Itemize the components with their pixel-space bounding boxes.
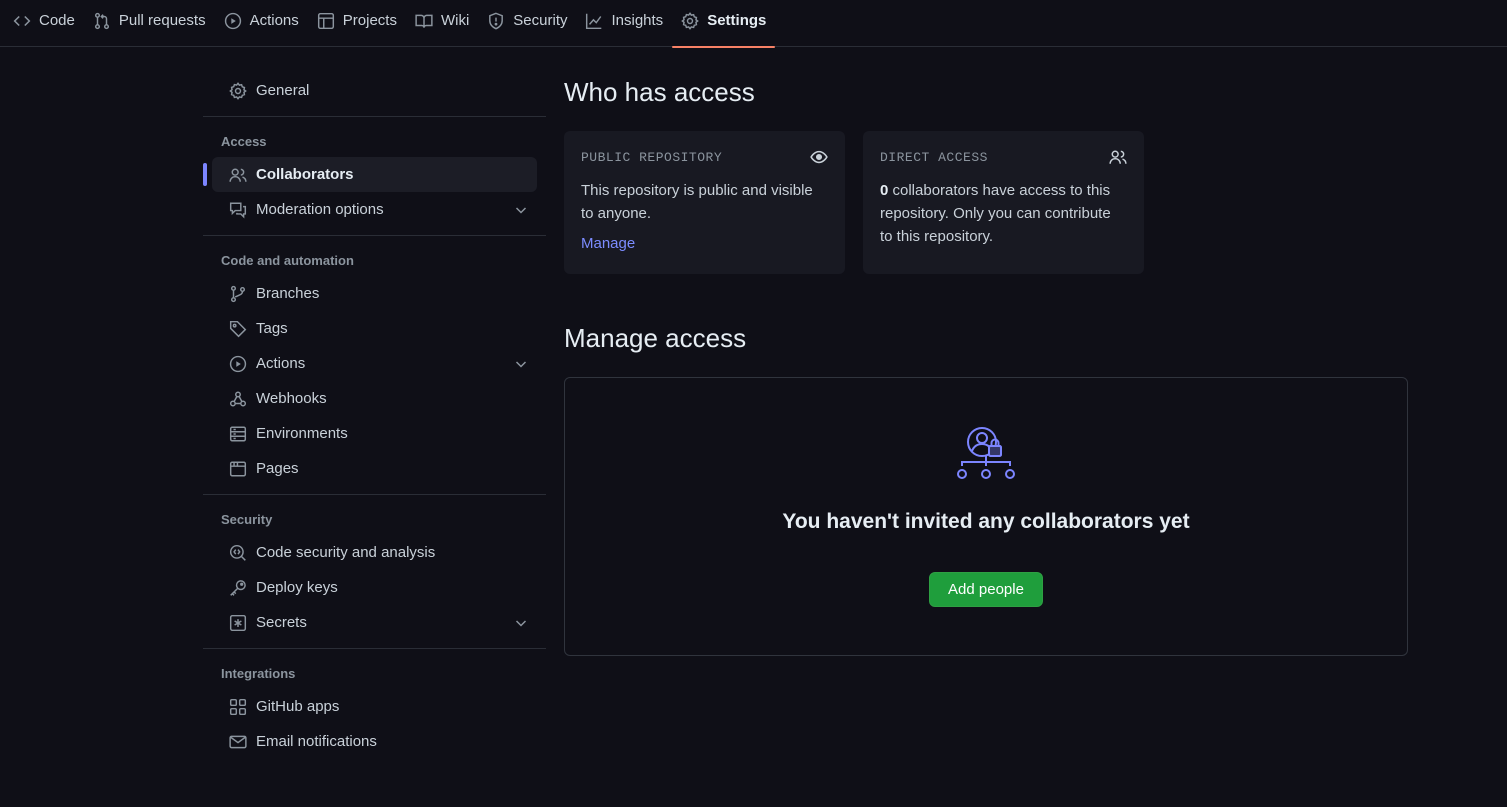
sidebar-item-tags[interactable]: Tags <box>212 311 537 346</box>
divider <box>203 235 546 236</box>
gear-icon <box>681 11 700 30</box>
book-icon <box>415 12 433 30</box>
sidebar-item-label: Secrets <box>256 614 307 631</box>
mail-icon <box>229 733 247 751</box>
tab-actions[interactable]: Actions <box>215 0 308 47</box>
settings-sidebar: General Access Collaborators Moderation … <box>203 73 546 759</box>
server-icon <box>229 425 247 443</box>
key-asterisk-icon <box>229 614 247 632</box>
add-people-button[interactable]: Add people <box>929 572 1043 607</box>
tab-code[interactable]: Code <box>4 0 84 47</box>
sidebar-item-actions[interactable]: Actions <box>212 346 537 381</box>
sidebar-item-deploy-keys[interactable]: Deploy keys <box>212 570 537 605</box>
manage-link[interactable]: Manage <box>581 235 635 252</box>
people-icon <box>1109 148 1127 166</box>
tab-label: Code <box>39 12 75 29</box>
sidebar-item-collaborators[interactable]: Collaborators <box>203 157 537 192</box>
sidebar-item-general[interactable]: General <box>212 73 537 108</box>
divider <box>203 648 546 649</box>
card-description: This repository is public and visible to… <box>581 182 813 222</box>
empty-state-title: You haven't invited any collaborators ye… <box>782 510 1190 533</box>
card-description: 0 collaborators have access to this repo… <box>880 179 1127 248</box>
comment-discussion-icon <box>229 201 247 219</box>
card-title: DIRECT ACCESS <box>880 149 988 165</box>
sidebar-item-label: General <box>256 82 310 99</box>
sidebar-item-github-apps[interactable]: GitHub apps <box>212 689 537 724</box>
eye-icon <box>810 148 828 166</box>
section-heading-access: Access <box>221 133 267 149</box>
tab-settings[interactable]: Settings <box>672 0 776 48</box>
tab-security[interactable]: Security <box>478 0 576 47</box>
codescan-icon <box>229 544 247 562</box>
sidebar-item-webhooks[interactable]: Webhooks <box>212 381 537 416</box>
tab-label: Wiki <box>440 12 470 29</box>
graph-icon <box>585 12 603 30</box>
tag-icon <box>229 320 247 338</box>
tab-label: Settings <box>707 12 767 29</box>
sidebar-item-label: Collaborators <box>256 166 354 183</box>
tab-label: Pull requests <box>118 12 206 29</box>
divider <box>203 116 546 117</box>
sidebar-item-secrets[interactable]: Secrets <box>212 605 537 640</box>
key-icon <box>229 579 247 597</box>
tab-label: Insights <box>611 12 664 29</box>
table-icon <box>317 12 335 30</box>
tab-label: Security <box>513 12 568 29</box>
play-icon <box>224 12 242 30</box>
who-has-access-heading: Who has access <box>564 77 755 107</box>
divider <box>203 494 546 495</box>
sidebar-item-label: Webhooks <box>256 390 327 407</box>
sidebar-item-label: Pages <box>256 460 299 477</box>
sidebar-item-label: Code security and analysis <box>256 544 436 561</box>
tab-projects[interactable]: Projects <box>308 0 406 47</box>
access-cards: PUBLIC REPOSITORY This repository is pub… <box>564 131 1408 274</box>
sidebar-item-label: Deploy keys <box>256 579 338 596</box>
tab-pull-requests[interactable]: Pull requests <box>84 0 215 47</box>
webhook-icon <box>229 390 247 408</box>
pull-request-icon <box>93 12 111 30</box>
section-heading-security: Security <box>221 511 273 527</box>
sidebar-item-label: GitHub apps <box>256 698 340 715</box>
browser-icon <box>229 460 247 478</box>
section-heading-integrations: Integrations <box>221 665 296 681</box>
manage-access-heading: Manage access <box>564 323 747 353</box>
sidebar-item-environments[interactable]: Environments <box>212 416 537 451</box>
person-lock-network-icon <box>955 424 1017 482</box>
sidebar-item-label: Actions <box>256 355 306 372</box>
sidebar-item-email-notifications[interactable]: Email notifications <box>212 724 537 759</box>
sidebar-item-label: Branches <box>256 285 320 302</box>
tab-label: Actions <box>249 12 299 29</box>
tab-label: Projects <box>342 12 397 29</box>
repo-nav: Code Pull requests Actions Projects Wiki… <box>0 0 1507 48</box>
chevron-down-icon[interactable] <box>513 202 529 218</box>
chevron-down-icon[interactable] <box>513 615 529 631</box>
sidebar-item-label: Email notifications <box>256 733 377 750</box>
code-icon <box>13 12 31 30</box>
tab-insights[interactable]: Insights <box>576 0 672 47</box>
play-icon <box>229 355 247 373</box>
main-content: Who has access PUBLIC REPOSITORY This re… <box>564 73 1408 656</box>
git-branch-icon <box>229 285 247 303</box>
direct-access-card: DIRECT ACCESS 0 collaborators have acces… <box>863 131 1144 274</box>
card-description-text: collaborators have access to this reposi… <box>880 182 1111 245</box>
sidebar-item-pages[interactable]: Pages <box>212 451 537 486</box>
sidebar-item-branches[interactable]: Branches <box>212 276 537 311</box>
section-heading-code-automation: Code and automation <box>221 252 354 268</box>
sidebar-item-moderation[interactable]: Moderation options <box>212 192 537 227</box>
apps-icon <box>229 698 247 716</box>
collaborators-empty-state: You haven't invited any collaborators ye… <box>564 377 1408 656</box>
gear-icon <box>229 81 247 100</box>
sidebar-item-label: Moderation options <box>256 201 384 218</box>
tab-wiki[interactable]: Wiki <box>406 0 478 47</box>
sidebar-item-label: Tags <box>256 320 288 337</box>
people-icon <box>229 166 247 184</box>
chevron-down-icon[interactable] <box>513 356 529 372</box>
shield-icon <box>487 12 505 30</box>
sidebar-item-code-security[interactable]: Code security and analysis <box>212 535 537 570</box>
card-title: PUBLIC REPOSITORY <box>581 149 723 165</box>
sidebar-item-label: Environments <box>256 425 348 442</box>
public-repository-card: PUBLIC REPOSITORY This repository is pub… <box>564 131 845 274</box>
